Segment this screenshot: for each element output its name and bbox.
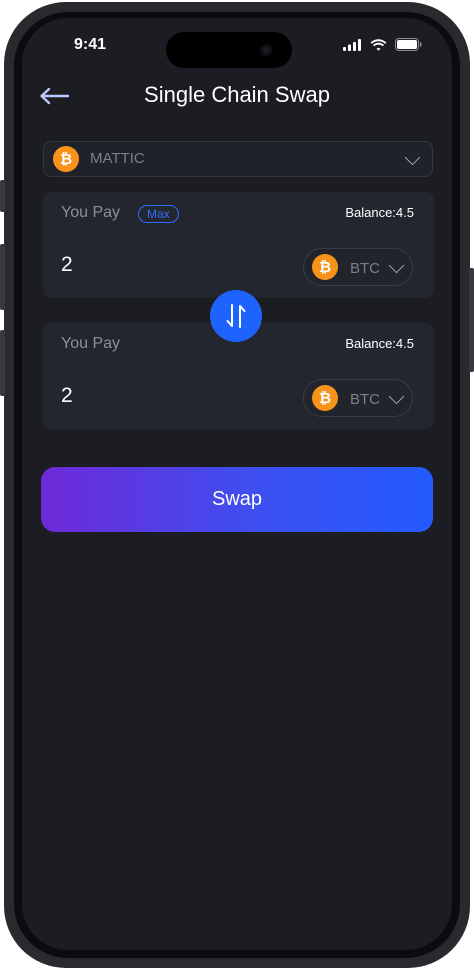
action-button [0, 180, 5, 212]
swap-arrows-icon [226, 304, 246, 328]
pay-label: You Pay [61, 335, 121, 352]
battery-icon [395, 38, 422, 51]
network-label: MATTIC [90, 150, 145, 167]
token-label: BTC [350, 260, 380, 277]
balance-text: Balance:4.5 [345, 336, 414, 351]
dynamic-island [166, 32, 292, 68]
max-button[interactable]: Max [138, 205, 179, 223]
network-select[interactable]: ₿ MATTIC [43, 141, 433, 177]
chevron-down-icon [404, 149, 421, 166]
swap-button[interactable]: Swap [41, 467, 433, 532]
chevron-down-icon [388, 388, 405, 405]
pay-label: You Pay [61, 204, 121, 221]
pay-card-top: You Pay Max Balance:4.5 2 ₿ BTC [43, 192, 434, 298]
status-icons [343, 38, 422, 51]
signal-icon [343, 38, 361, 51]
amount-input[interactable]: 2 [61, 253, 73, 277]
token-select[interactable]: ₿ BTC [303, 379, 413, 417]
bitcoin-icon: ₿ [312, 385, 338, 411]
token-label: BTC [350, 391, 380, 408]
wifi-icon [370, 38, 387, 51]
token-select[interactable]: ₿ BTC [303, 248, 413, 286]
camera-icon [260, 44, 272, 56]
bitcoin-icon: ₿ [53, 146, 79, 172]
volume-up-button [0, 244, 5, 310]
volume-down-button [0, 330, 5, 396]
swap-direction-button[interactable] [210, 290, 262, 342]
balance-text: Balance:4.5 [345, 205, 414, 220]
app-screen: 9:41 Single Chain Swap ₿ MATTIC You Pay … [22, 18, 452, 950]
power-button [469, 268, 474, 372]
page-title: Single Chain Swap [144, 82, 330, 107]
amount-input[interactable]: 2 [61, 384, 73, 408]
bitcoin-icon: ₿ [312, 254, 338, 280]
status-time: 9:41 [74, 36, 107, 53]
chevron-down-icon [388, 257, 405, 274]
